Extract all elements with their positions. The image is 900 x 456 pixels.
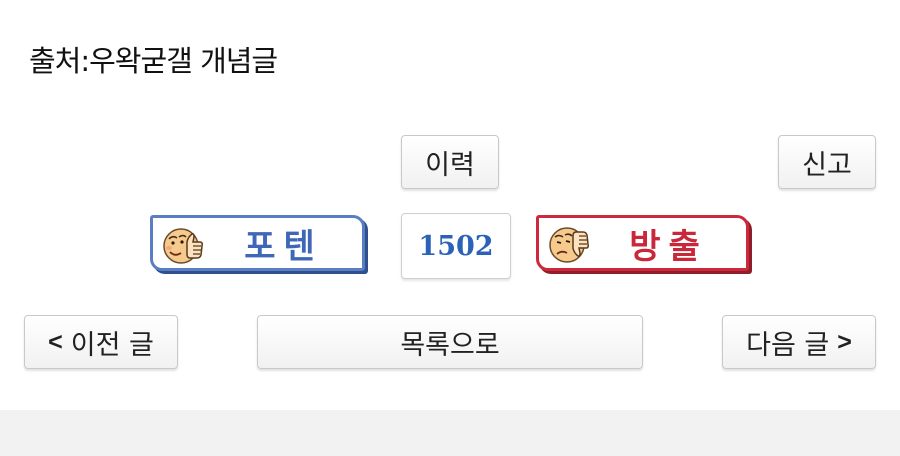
thumbs-down-face-icon [549,227,589,263]
chevron-left-icon: < [48,327,63,356]
prev-post-button[interactable]: < 이전 글 [24,315,178,369]
downvote-label: 방출 [629,226,708,267]
next-post-label: 다음 글 [746,329,830,361]
chevron-right-icon: > [837,327,852,356]
next-post-button[interactable]: 다음 글 > [722,315,876,369]
report-button[interactable]: 신고 [778,135,876,189]
history-button[interactable]: 이력 [401,135,499,189]
vote-count: 1502 [401,213,511,279]
thumbs-up-face-icon [163,228,203,264]
upvote-button[interactable]: 포텐 [150,215,365,271]
downvote-button[interactable]: 방출 [536,215,749,271]
footer-divider-band [0,410,900,456]
back-to-list-button[interactable]: 목록으로 [257,315,643,369]
post-source: 출처:우왁굳갤 개념글 [29,44,278,78]
upvote-label: 포텐 [244,226,323,267]
post-footer: 출처:우왁굳갤 개념글 이력 신고 포텐 1502 방출 < 이전 글 목록으로… [0,0,900,456]
prev-post-label: 이전 글 [70,329,154,361]
